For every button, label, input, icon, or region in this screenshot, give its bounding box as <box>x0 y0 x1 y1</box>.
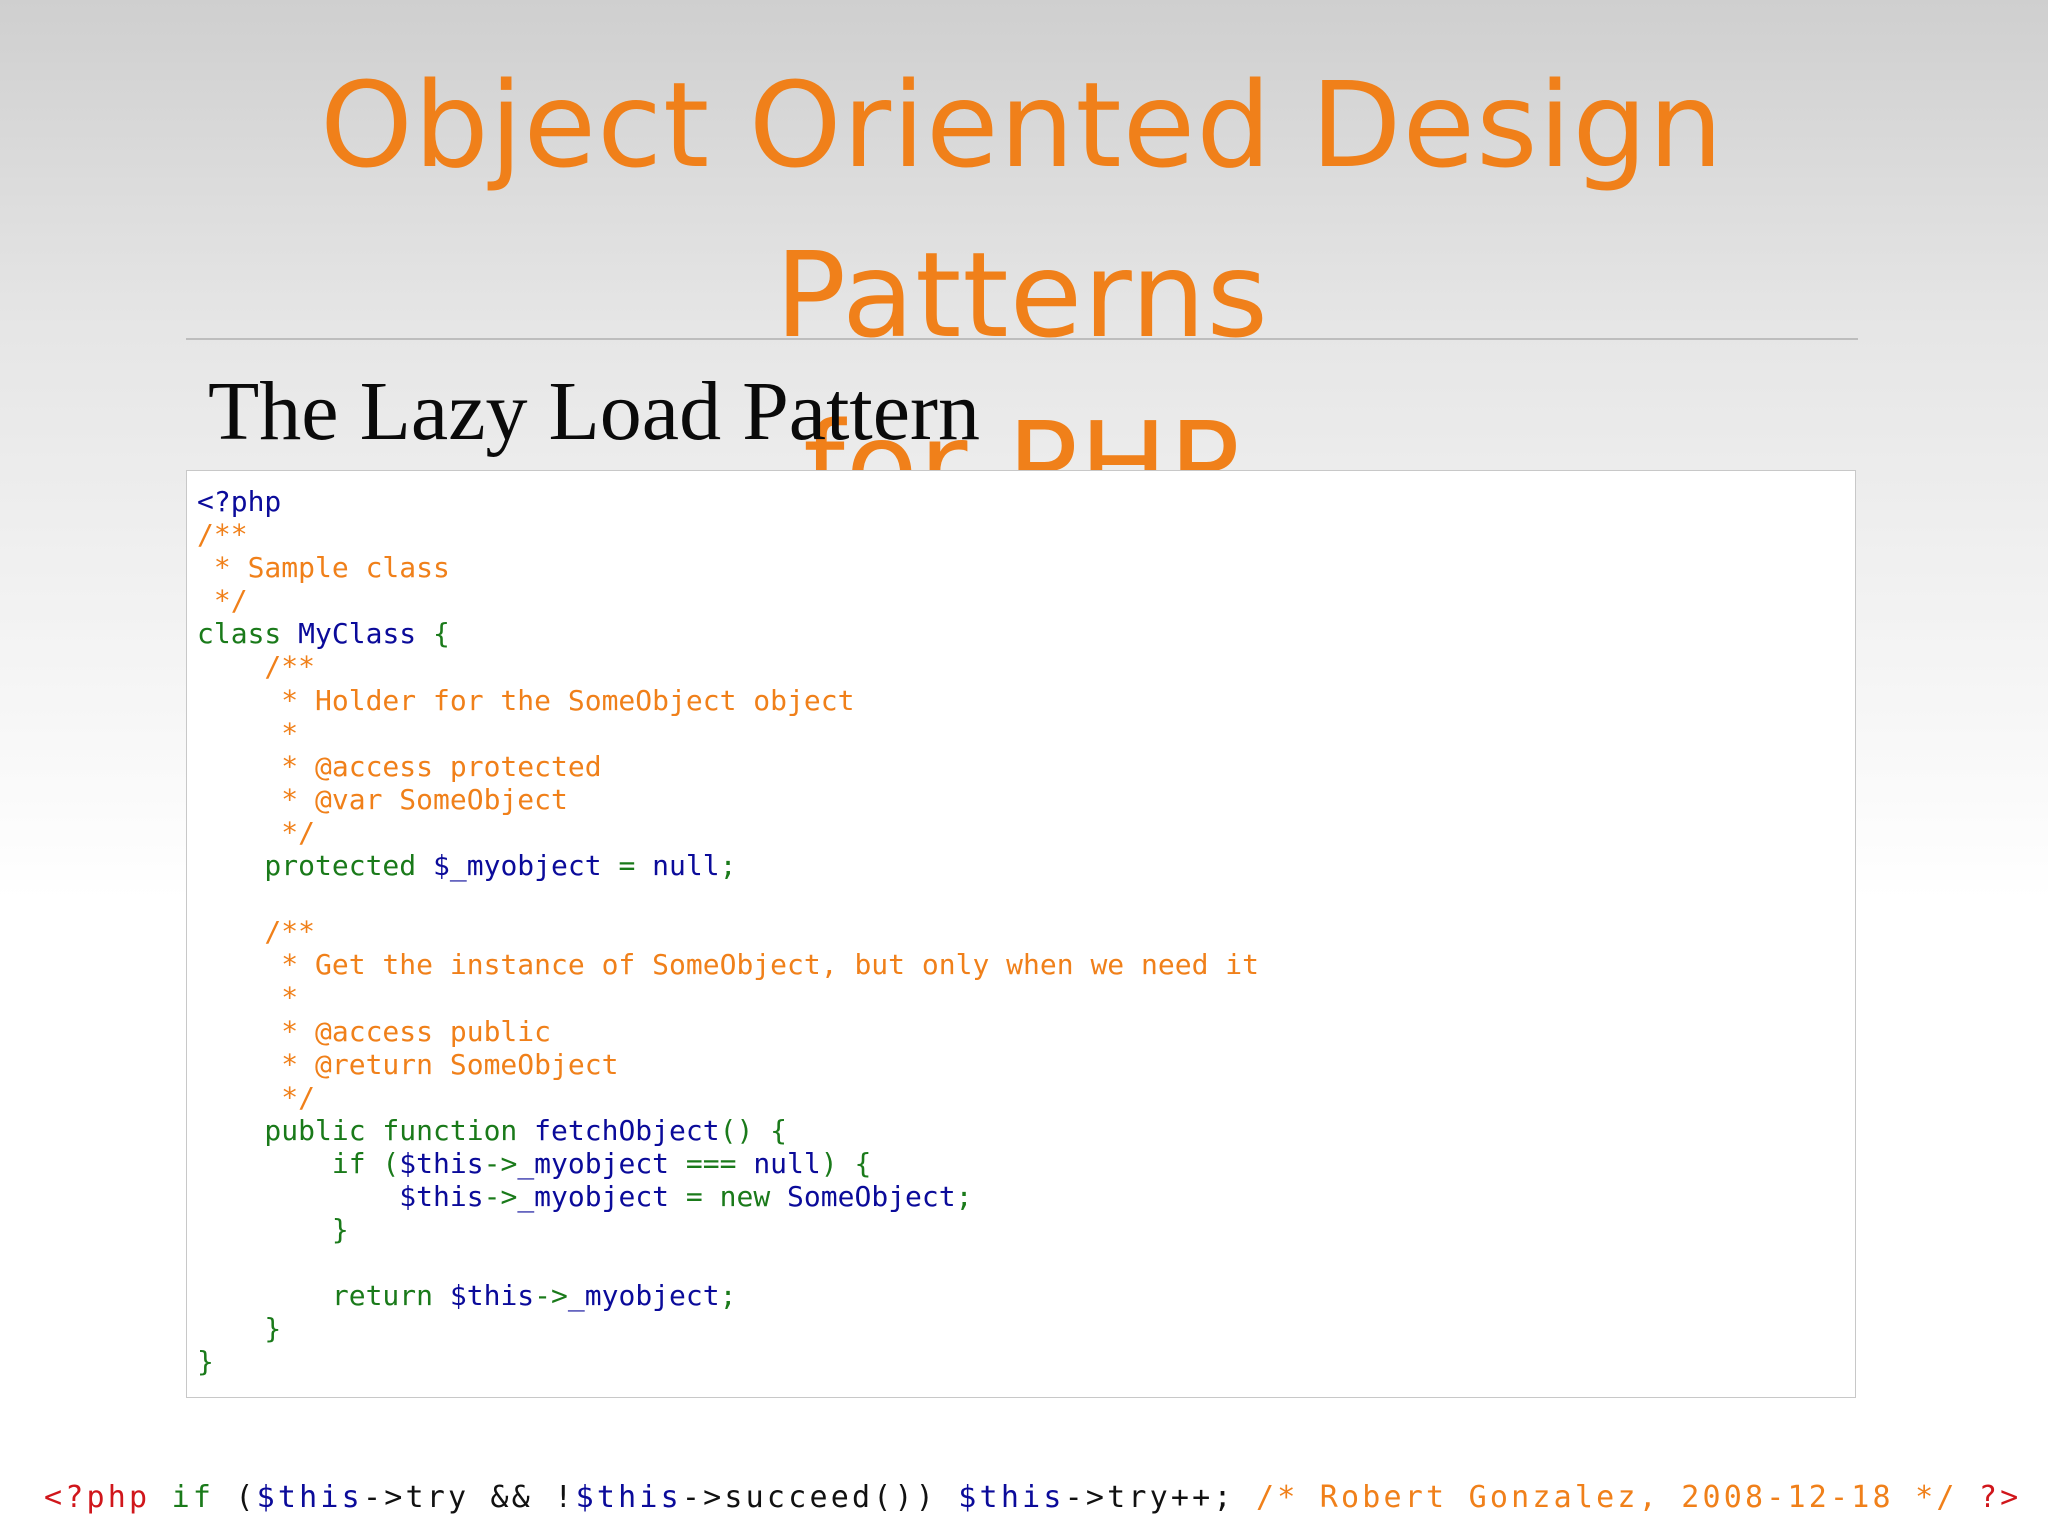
code-token: * Get the instance of SomeObject, but on… <box>197 948 1260 982</box>
code-line: <?php <box>197 485 1259 518</box>
code-token: } <box>197 1213 349 1247</box>
code-token: -> <box>534 1279 568 1313</box>
slide: Object Oriented Design Patterns for PHP … <box>0 0 2048 1535</box>
code-token: ) { <box>820 1146 872 1180</box>
code-line: */ <box>197 816 1259 849</box>
footer-token: ->succeed()) <box>681 1480 959 1515</box>
code-token: return <box>197 1279 450 1313</box>
code-listing: <?php/** * Sample class */class MyClass … <box>197 485 1259 1379</box>
code-line: * @return SomeObject <box>197 1048 1259 1081</box>
code-line: * Sample class <box>197 551 1259 584</box>
code-line: * @access protected <box>197 750 1259 783</box>
code-token: ; <box>719 849 737 883</box>
code-line: /** <box>197 518 1259 551</box>
code-token: $_myobject <box>433 849 602 883</box>
code-token: protected <box>197 849 434 883</box>
code-token: = <box>601 849 653 883</box>
code-line: */ <box>197 1081 1259 1114</box>
code-token: * @access protected <box>197 749 602 783</box>
code-line: } <box>197 1312 1259 1345</box>
slide-subtitle: The Lazy Load Pattern <box>208 365 980 458</box>
code-token: -> <box>483 1146 518 1180</box>
code-line: public function fetchObject() { <box>197 1114 1259 1147</box>
footer-token: ( <box>235 1480 257 1515</box>
code-line: /** <box>197 650 1259 683</box>
code-line: * @var SomeObject <box>197 783 1259 816</box>
code-token: $this <box>399 1179 484 1213</box>
code-token: <?php <box>197 485 282 518</box>
footer-token: ->try++; <box>1064 1480 1256 1515</box>
code-token: * <box>197 981 299 1015</box>
code-token: */ <box>197 1080 316 1114</box>
code-line: } <box>197 1213 1259 1246</box>
code-token: * <box>197 716 299 750</box>
footer-token: ?> <box>1978 1480 2022 1515</box>
code-token: * @access public <box>197 1014 552 1048</box>
code-token: /** <box>197 518 248 552</box>
code-token: } <box>197 1312 282 1346</box>
code-token: $this <box>449 1279 535 1313</box>
code-token: === <box>669 1146 754 1180</box>
footer-token: <?php <box>44 1480 172 1515</box>
code-token: fetchObject <box>534 1113 720 1147</box>
footer-token: /* Robert Gonzalez, 2008-12-18 */ <box>1255 1480 1979 1515</box>
code-token: ; <box>719 1279 737 1313</box>
code-token: if ( <box>197 1146 400 1180</box>
code-token: */ <box>197 815 316 849</box>
code-token: _myobject <box>567 1279 720 1313</box>
code-token: null <box>753 1146 821 1180</box>
code-token: $this <box>399 1146 484 1180</box>
code-line: * @access public <box>197 1015 1259 1048</box>
code-line: protected $_myobject = null; <box>197 849 1259 882</box>
code-token: { <box>416 617 450 651</box>
code-block: <?php/** * Sample class */class MyClass … <box>186 470 1856 1398</box>
code-line: * <box>197 981 1259 1014</box>
code-token: public function <box>197 1113 535 1147</box>
code-token: * Holder for the SomeObject object <box>197 683 855 717</box>
code-line: if ($this->_myobject === null) { <box>197 1147 1259 1180</box>
code-token: * Sample class <box>197 551 450 585</box>
code-token: * @var SomeObject <box>197 782 568 816</box>
code-token: class <box>197 617 299 651</box>
code-token: /** <box>197 915 316 949</box>
code-token: _myobject <box>517 1146 670 1180</box>
code-token: * @return SomeObject <box>197 1047 619 1081</box>
code-token: = new <box>669 1179 788 1213</box>
code-line: $this->_myobject = new SomeObject; <box>197 1180 1259 1213</box>
footer-token: if <box>171 1480 236 1515</box>
code-token: ; <box>955 1179 973 1213</box>
code-line: * Get the instance of SomeObject, but on… <box>197 948 1259 981</box>
code-token: /** <box>197 650 316 684</box>
code-token: MyClass <box>298 617 417 651</box>
code-token: () { <box>719 1113 788 1147</box>
footer-token: $this <box>958 1480 1065 1515</box>
code-line: */ <box>197 584 1259 617</box>
code-line: /** <box>197 915 1259 948</box>
code-token: } <box>197 1345 214 1379</box>
slide-title-line-1: Object Oriented Design Patterns <box>319 56 1725 364</box>
code-line: class MyClass { <box>197 617 1259 650</box>
title-divider <box>186 338 1858 340</box>
code-token: SomeObject <box>787 1179 956 1213</box>
code-token: */ <box>197 584 248 618</box>
code-line: * Holder for the SomeObject object <box>197 684 1259 717</box>
slide-footer: <?php if ($this->try && !$this->succeed(… <box>44 1476 2021 1520</box>
code-line: * <box>197 717 1259 750</box>
footer-token: $this <box>256 1480 363 1515</box>
footer-token: $this <box>575 1480 682 1515</box>
footer-token: ->try && ! <box>362 1480 576 1515</box>
code-token: -> <box>483 1179 518 1213</box>
code-line: } <box>197 1345 1259 1378</box>
code-token: _myobject <box>517 1179 670 1213</box>
code-line: return $this->_myobject; <box>197 1279 1259 1312</box>
code-token: null <box>652 849 720 883</box>
